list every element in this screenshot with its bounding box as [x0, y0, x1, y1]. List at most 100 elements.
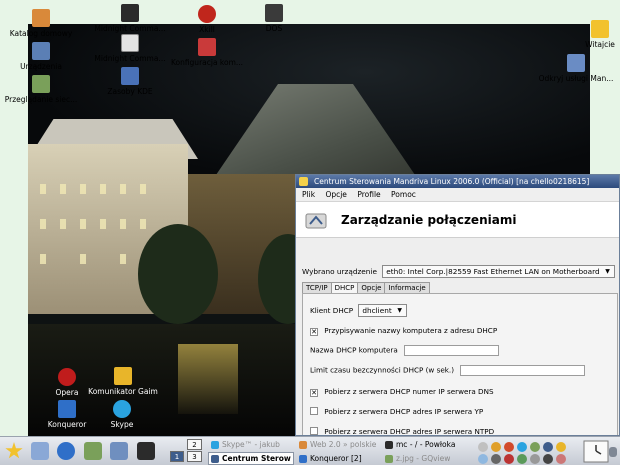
dhcp-client-label: Klient DHCP [310, 306, 354, 315]
desktop-icon-kde-resources[interactable]: Zasoby KDE [80, 67, 180, 96]
xkill-icon [198, 5, 216, 23]
desktop-icon-network[interactable]: Przeglądanie siec... [0, 75, 91, 104]
task-gqview[interactable]: z.jpg - GQview [382, 452, 462, 465]
tray-icon-6[interactable] [543, 442, 553, 452]
menubar: Plik Opcje Profile Pomoc [296, 188, 619, 202]
menu-help[interactable]: Pomoc [391, 190, 416, 199]
dhcp-client-row: Klient DHCP dhclient ▼ [310, 304, 407, 317]
desktop-icon-gaim[interactable]: Komunikator Gaim [73, 367, 173, 396]
dhcp-client-select[interactable]: dhclient ▼ [358, 304, 407, 317]
control-center-icon [211, 455, 219, 463]
tray-icon-11[interactable] [517, 454, 527, 464]
get-ntpd-row: Pobierz z serwera DHCP adres IP serwera … [310, 427, 495, 436]
pager-desktop-3[interactable]: 3 [187, 451, 202, 462]
get-ntpd-checkbox[interactable] [310, 427, 318, 435]
desktop-icon-config[interactable]: Konfiguracja kom... [157, 38, 257, 67]
welcome-icon [591, 20, 609, 38]
chevron-down-icon: ▼ [605, 268, 610, 275]
get-dns-row: ✕ Pobierz z serwera DHCP numer IP serwer… [310, 387, 494, 397]
window-titlebar[interactable]: Centrum Sterowania Mandriva Linux 2006.0… [296, 175, 619, 188]
task-control-center[interactable]: Centrum Sterow [208, 452, 294, 465]
hostname-label: Nazwa DHCP komputera [310, 345, 398, 355]
skype-icon [113, 400, 131, 418]
hostname-field[interactable] [404, 345, 500, 356]
desktop-icon-devices[interactable]: Urządzenia [0, 42, 91, 71]
pager-desktop-1[interactable]: 1 [170, 451, 184, 462]
tray-icon-8[interactable] [478, 454, 488, 464]
tray-icon-10[interactable] [504, 454, 514, 464]
discover-services-icon [567, 54, 585, 72]
tray-icon-2[interactable] [491, 442, 501, 452]
page-header: Zarządzanie połączeniami [296, 202, 619, 238]
network-connection-icon [305, 213, 327, 229]
gaim-icon [114, 367, 132, 385]
tray-icon-9[interactable] [491, 454, 501, 464]
chevron-down-icon: ▼ [397, 307, 403, 314]
taskbar: 2 3 1 Skype™ - jakub Web 2.0 » polskie m… [0, 436, 620, 465]
get-ntpd-label: Pobierz z serwera DHCP adres IP serwera … [324, 427, 495, 436]
task-mc[interactable]: mc - / - Powłoka [382, 438, 462, 451]
app-icon [299, 177, 308, 186]
desktop-icon-dos[interactable]: DOS [224, 4, 324, 33]
menu-options[interactable]: Opcje [325, 190, 347, 199]
desktop-icon-skype[interactable]: Skype [72, 400, 172, 429]
firefox-icon [299, 441, 307, 449]
pager-desktop-2[interactable]: 2 [187, 439, 202, 450]
dos-icon [265, 4, 283, 22]
kde-resources-icon [121, 67, 139, 85]
timeout-label: Limit czasu bezczynności DHCP (w sek.) [310, 365, 454, 375]
panel-hide-icon[interactable] [609, 447, 617, 457]
menu-file[interactable]: Plik [302, 190, 315, 199]
desktop-icon-welcome[interactable]: Witajcie [535, 20, 620, 49]
terminal-icon[interactable] [137, 442, 155, 460]
timeout-field[interactable] [460, 365, 586, 376]
tray-icon-3[interactable] [504, 442, 514, 452]
clock-icon[interactable] [583, 440, 609, 463]
browser-icon[interactable] [57, 442, 75, 460]
task-web20[interactable]: Web 2.0 » polskie [296, 438, 378, 451]
tray-icon-5[interactable] [530, 442, 540, 452]
get-yp-checkbox[interactable] [310, 407, 318, 415]
task-konqueror[interactable]: Konqueror [2] [296, 452, 378, 465]
network-icon[interactable] [110, 442, 128, 460]
tray-icon-13[interactable] [543, 454, 553, 464]
get-dns-label: Pobierz z serwera DHCP numer IP serwera … [324, 387, 494, 396]
assign-hostname-checkbox[interactable]: ✕ [310, 328, 318, 336]
device-row: Wybrano urządzenie eth0: Intel Corp.|825… [302, 265, 615, 278]
timeout-row: Limit czasu bezczynności DHCP (w sek.) [310, 365, 586, 376]
skype-icon [211, 441, 219, 449]
tray-icon-14[interactable] [556, 454, 566, 464]
konqueror-icon [299, 455, 307, 463]
desktop-icon-home[interactable]: Katalog domowy [0, 9, 91, 38]
page-title: Zarządzanie połączeniami [341, 213, 517, 227]
menu-profiles[interactable]: Profile [357, 190, 380, 199]
assign-hostname-row: ✕ Przypisywanie nazwy komputera z adresu… [310, 326, 497, 336]
get-dns-checkbox[interactable]: ✕ [310, 389, 318, 397]
dhcp-panel: Klient DHCP dhclient ▼ ✕ Przypisywanie n… [302, 293, 618, 436]
desktop-icon-discover-services[interactable]: Odkryj usługi Man... [526, 54, 620, 83]
terminal-icon [121, 4, 139, 22]
tray-skype-icon[interactable] [517, 442, 527, 452]
home-icon[interactable] [31, 442, 49, 460]
device-label: Wybrano urządzenie [302, 267, 377, 276]
image-icon [385, 455, 393, 463]
files-icon [121, 34, 139, 52]
task-skype[interactable]: Skype™ - jakub [208, 438, 294, 451]
assign-hostname-label: Przypisywanie nazwy komputera z adresu D… [324, 326, 498, 335]
control-center-window[interactable]: Centrum Sterowania Mandriva Linux 2006.0… [295, 174, 620, 436]
device-select[interactable]: eth0: Intel Corp.|82559 Fast Ethernet LA… [382, 265, 615, 278]
devices-icon [32, 42, 50, 60]
config-icon [198, 38, 216, 56]
terminal-icon [385, 441, 393, 449]
home-folder-icon [32, 9, 50, 27]
network-icon [32, 75, 50, 93]
tray-gaim-icon[interactable] [556, 442, 566, 452]
start-menu-icon[interactable] [5, 442, 23, 459]
window-title: Centrum Sterowania Mandriva Linux 2006.0… [314, 177, 590, 186]
get-yp-label: Pobierz z serwera DHCP adres IP serwera … [324, 407, 484, 416]
tray-icon-12[interactable] [530, 454, 540, 464]
hostname-row: Nazwa DHCP komputera [310, 345, 500, 356]
mail-icon[interactable] [84, 442, 102, 460]
tray-icon-1[interactable] [478, 442, 488, 452]
get-yp-row: Pobierz z serwera DHCP adres IP serwera … [310, 407, 483, 416]
